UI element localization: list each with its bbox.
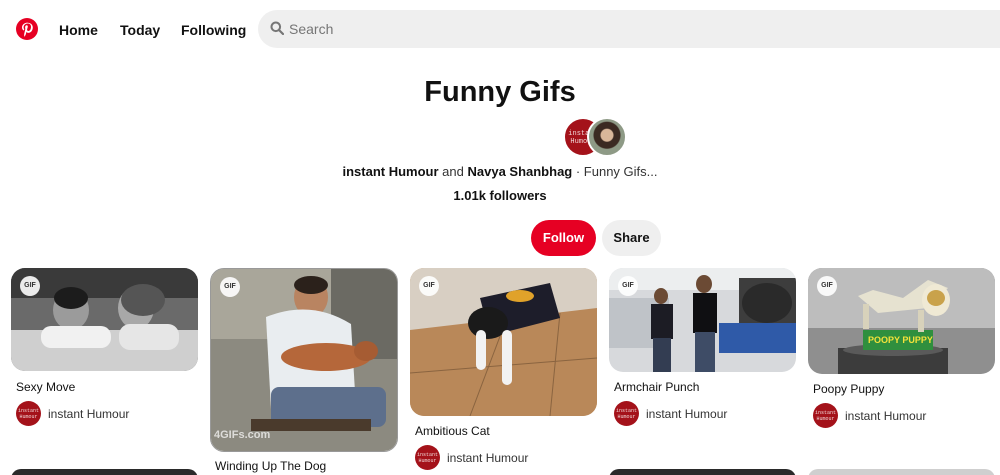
pin-title[interactable]: Sexy Move [16, 380, 75, 394]
pinterest-logo-icon[interactable] [16, 18, 38, 40]
gif-badge: GIF [20, 276, 40, 296]
board-owners: instant Humour and Navya Shanbhag · Funn… [0, 164, 1000, 179]
pin-user-name[interactable]: instant Humour [646, 407, 727, 421]
pin-title[interactable]: Armchair Punch [614, 380, 699, 394]
collaborator-avatars[interactable]: instant Humour [563, 117, 629, 157]
pin-card[interactable]: GIF 4GIFs.com Winding Up The Dog [210, 268, 398, 475]
owners-conjunction: and [438, 164, 468, 179]
pin-image[interactable]: GIF 4GIFs.com [210, 268, 398, 452]
pin-user-avatar[interactable]: instant Humour [614, 401, 639, 426]
pin-user-avatar[interactable]: instant Humour [813, 403, 838, 428]
owner-link-instant-humour[interactable]: instant Humour [343, 164, 439, 179]
top-nav-bar: Home Today Following [0, 0, 1000, 60]
pin-image[interactable]: GIF [609, 268, 796, 372]
follow-button[interactable]: Follow [531, 220, 596, 256]
pin-user-avatar[interactable]: instant Humour [16, 401, 41, 426]
search-bar[interactable] [258, 10, 1000, 48]
board-description: · Funny Gifs... [572, 164, 658, 179]
next-row-pin[interactable] [808, 469, 995, 475]
avatar-navya-shanbhag[interactable] [587, 117, 627, 157]
search-icon [270, 21, 284, 35]
gif-badge: GIF [817, 276, 837, 296]
nav-today-link[interactable]: Today [120, 22, 160, 38]
pin-title[interactable]: Ambitious Cat [415, 424, 490, 438]
image-watermark: 4GIFs.com [214, 429, 271, 441]
pin-card[interactable]: GIF Ambitious Cat instant Humour instant… [410, 268, 597, 475]
pin-title[interactable]: Winding Up The Dog [215, 459, 326, 473]
pin-image[interactable]: GIF [11, 268, 198, 371]
owner-link-navya-shanbhag[interactable]: Navya Shanbhag [467, 164, 572, 179]
follower-count[interactable]: 1.01k followers [0, 188, 1000, 203]
pin-user-name[interactable]: instant Humour [845, 409, 926, 423]
next-row-pin[interactable] [609, 469, 796, 475]
pin-user-avatar[interactable]: instant Humour [415, 445, 440, 470]
pin-user-name[interactable]: instant Humour [48, 407, 129, 421]
nav-home-link[interactable]: Home [59, 22, 98, 38]
search-input[interactable] [289, 19, 969, 39]
pin-card[interactable]: GIF Armchair Punch instant Humour instan… [609, 268, 796, 438]
share-button[interactable]: Share [602, 220, 661, 256]
pin-user-name[interactable]: instant Humour [447, 451, 528, 465]
gif-badge: GIF [618, 276, 638, 296]
next-row-pin[interactable] [11, 469, 198, 475]
pin-image[interactable]: GIF POOPY PUPPY [808, 268, 995, 374]
pin-title[interactable]: Poopy Puppy [813, 382, 884, 396]
gif-badge: GIF [419, 276, 439, 296]
nav-following-link[interactable]: Following [181, 22, 246, 38]
gif-badge: GIF [220, 277, 240, 297]
pin-image[interactable]: GIF [410, 268, 597, 416]
image-text: POOPY PUPPY [868, 335, 933, 345]
pin-card[interactable]: GIF Sexy Move instant Humour instant Hum… [11, 268, 198, 438]
pin-card[interactable]: GIF POOPY PUPPY Poopy Puppy instant Humo… [808, 268, 995, 440]
board-title: Funny Gifs [424, 76, 576, 108]
